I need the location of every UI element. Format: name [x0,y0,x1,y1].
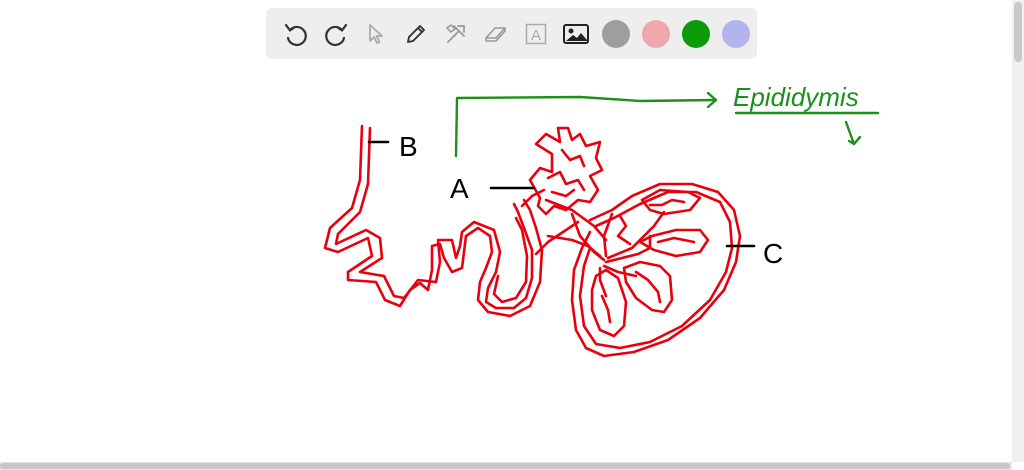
horizontal-scrollbar[interactable] [0,462,1012,470]
annotation-epididymis: Epididymis [733,82,859,112]
vertical-scrollbar[interactable] [1012,0,1024,462]
label-b: B [399,131,418,162]
label-a: A [450,173,469,204]
testis-drawing [323,124,742,358]
drawing-canvas[interactable]: B A C Epididymis [0,0,1012,462]
vertical-scrollbar-thumb[interactable] [1014,2,1022,62]
label-c: C [763,238,783,269]
horizontal-scrollbar-thumb[interactable] [0,463,1010,469]
